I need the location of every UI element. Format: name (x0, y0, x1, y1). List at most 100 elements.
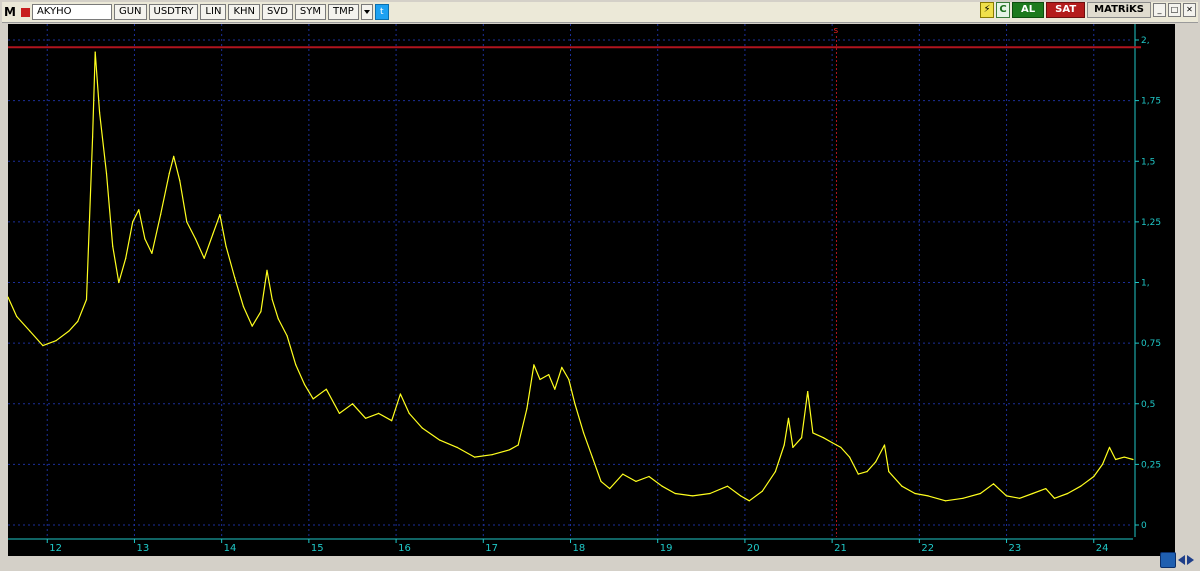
x-tick-label: 19 (660, 543, 673, 554)
data-point (16, 315, 18, 318)
data-point (439, 439, 441, 441)
y-tick-label: 0,5 (1141, 400, 1155, 410)
arrow-left-icon[interactable] (1178, 555, 1185, 565)
data-point (242, 306, 245, 308)
data-point (992, 483, 995, 485)
data-point (831, 442, 833, 444)
x-tick-label: 20 (747, 543, 760, 554)
data-point (979, 492, 982, 495)
sync-icon[interactable] (1160, 552, 1176, 568)
x-tick-label: 23 (1009, 543, 1022, 554)
data-point (901, 485, 903, 487)
data-point (151, 252, 153, 254)
data-point (622, 473, 624, 475)
x-tick-label: 16 (398, 543, 411, 554)
data-point (1123, 456, 1125, 458)
data-point (173, 155, 175, 157)
data-point (801, 437, 803, 439)
data-point (203, 257, 205, 259)
data-point (138, 209, 140, 211)
data-point (186, 221, 188, 223)
data-point (548, 374, 550, 376)
x-tick-label: 13 (136, 543, 149, 554)
data-point (1115, 458, 1117, 461)
x-tick-label: 22 (921, 543, 934, 554)
data-point (609, 488, 611, 490)
data-point (692, 495, 694, 497)
data-point (726, 485, 729, 487)
y-tick-label: 2, (1141, 36, 1150, 46)
data-point (1093, 475, 1095, 478)
data-point (92, 136, 94, 138)
data-point (661, 485, 663, 487)
data-point (251, 325, 253, 327)
data-point (783, 444, 785, 446)
data-point (303, 383, 306, 385)
data-point (351, 403, 354, 405)
data-point (533, 364, 535, 366)
data-point (1053, 497, 1056, 499)
data-point (944, 500, 947, 502)
data-point (125, 257, 127, 259)
data-point (234, 277, 236, 279)
data-point (212, 233, 214, 235)
data-point (144, 238, 146, 240)
x-tick-label: 17 (485, 543, 498, 554)
price-chart[interactable]: 0 0,25 0,5 0,75 1, 1,25 1,5 1,75 2, 12 13 14 15 16 17 1… (0, 0, 1200, 571)
data-point (112, 245, 114, 247)
data-point (94, 51, 96, 53)
data-point (648, 475, 650, 478)
data-point (42, 345, 44, 347)
data-point (474, 456, 476, 458)
data-point (456, 446, 458, 448)
data-point (1045, 488, 1047, 490)
data-point (635, 480, 637, 482)
data-point (914, 492, 916, 495)
data-point (29, 330, 31, 332)
data-point (1067, 492, 1069, 495)
data-point (295, 364, 297, 366)
data-point (168, 172, 170, 174)
data-point (875, 461, 877, 463)
data-point (962, 497, 964, 499)
data-point (857, 473, 859, 475)
data-point (118, 281, 120, 284)
x-tick-label: 21 (834, 543, 847, 554)
data-point (674, 492, 676, 495)
data-point (391, 420, 393, 422)
data-point (399, 393, 401, 395)
data-point (888, 471, 890, 473)
y-tick-label: 1,5 (1141, 157, 1155, 167)
data-point (271, 298, 273, 301)
data-point (85, 298, 88, 301)
data-point (312, 398, 314, 400)
data-point (338, 412, 340, 414)
data-point (1132, 458, 1134, 461)
data-point (568, 378, 570, 381)
y-tick-label: 0 (1141, 521, 1147, 531)
data-point (812, 432, 814, 434)
data-point (740, 495, 742, 497)
data-point (748, 500, 750, 502)
data-point (286, 335, 288, 337)
data-point (822, 437, 825, 439)
data-point (132, 221, 134, 223)
data-point (325, 388, 327, 390)
data-point (927, 495, 929, 497)
arrow-right-icon[interactable] (1187, 555, 1194, 565)
data-point (1080, 485, 1082, 487)
data-point (7, 296, 9, 298)
data-point (1019, 497, 1021, 499)
data-point (508, 449, 511, 451)
data-point (365, 417, 367, 419)
data-point (408, 412, 410, 414)
data-point (554, 388, 556, 390)
data-point (266, 269, 268, 271)
data-point (491, 454, 493, 456)
x-tick-label: 24 (1096, 543, 1109, 554)
data-point (709, 492, 711, 495)
data-point (866, 471, 868, 473)
data-point (105, 172, 108, 174)
data-point (219, 214, 221, 216)
data-point (1032, 492, 1034, 495)
